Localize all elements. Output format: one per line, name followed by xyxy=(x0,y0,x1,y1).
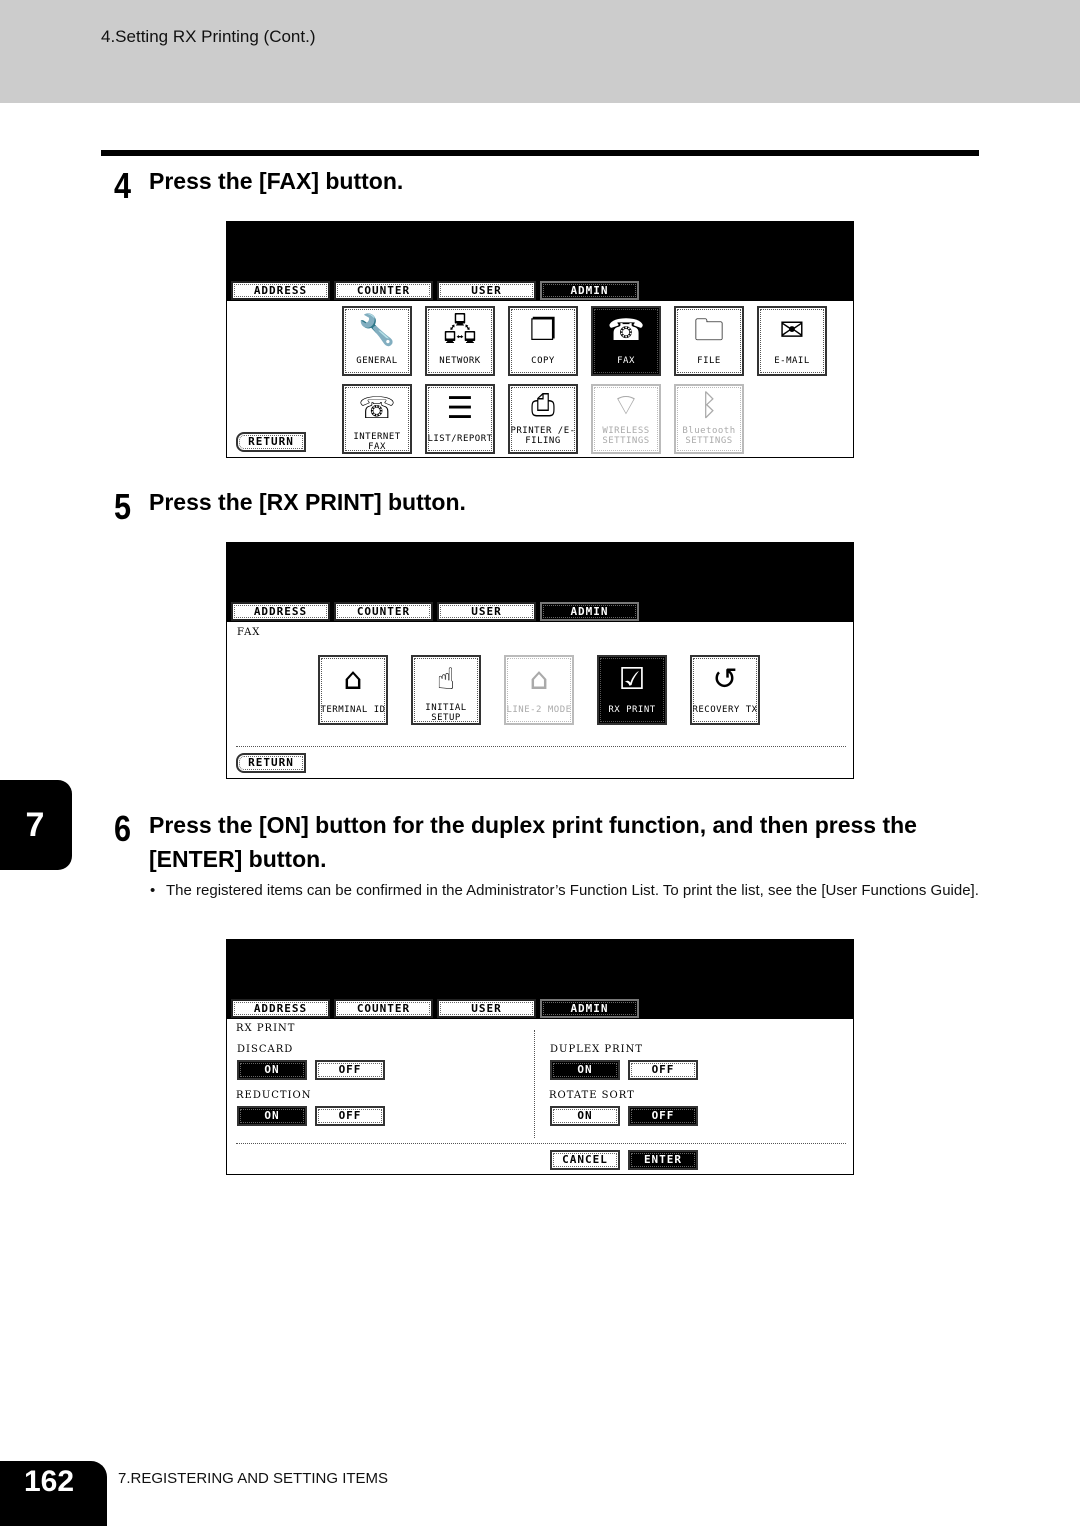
return-button[interactable]: RETURN xyxy=(236,432,306,452)
reduction-off-button[interactable]: OFF xyxy=(315,1106,385,1126)
terminal-id-button[interactable]: ⌂ TERMINAL ID xyxy=(318,655,388,725)
step-number: 4 xyxy=(114,165,132,206)
note-text: The registered items can be confirmed in… xyxy=(166,882,979,899)
rotate-sort-on-button[interactable]: ON xyxy=(550,1106,620,1126)
header-title: 4.Setting RX Printing (Cont.) xyxy=(101,27,316,46)
section-label: RX PRINT xyxy=(236,1023,296,1034)
wireless-settings-button[interactable]: ⌔ WIRELESS SETTINGS xyxy=(591,384,661,454)
list-report-button[interactable]: ☰ LIST/REPORT xyxy=(425,384,495,454)
screen-header: ADDRESS COUNTER USER ADMIN xyxy=(227,543,853,622)
discard-on-button[interactable]: ON xyxy=(237,1060,307,1080)
enter-button[interactable]: ENTER xyxy=(628,1150,698,1170)
tab-bar: ADDRESS COUNTER USER ADMIN xyxy=(231,602,639,622)
step-text: Press the [FAX] button. xyxy=(149,168,404,194)
return-button[interactable]: RETURN xyxy=(236,753,306,773)
section-rule xyxy=(101,150,979,156)
wrench-printer-icon: ⎙ xyxy=(531,388,555,423)
tab-admin[interactable]: ADMIN xyxy=(540,281,639,300)
internet-fax-button[interactable]: ☏ INTERNET FAX xyxy=(342,384,412,454)
list-report-icon: ☰ xyxy=(446,391,474,426)
wrench-copier-icon: 🔧 xyxy=(358,313,396,348)
admin-screen-2: ADDRESS COUNTER USER ADMIN FAX ⌂ TERMINAL… xyxy=(226,542,854,779)
duplex-print-off-button[interactable]: OFF xyxy=(628,1060,698,1080)
tab-counter[interactable]: COUNTER xyxy=(334,602,433,621)
bullet: • xyxy=(150,882,156,899)
line-2-mode-icon: ⌂ xyxy=(529,662,549,697)
screen-header: ADDRESS COUNTER USER ADMIN xyxy=(227,940,853,1019)
wrench-email-icon: ✉ xyxy=(779,313,805,348)
step-number: 5 xyxy=(114,486,132,527)
file-button[interactable]: 🗀 FILE xyxy=(674,306,744,376)
reduction-label: REDUCTION xyxy=(236,1090,312,1101)
tab-admin[interactable]: ADMIN xyxy=(540,999,639,1018)
tab-address[interactable]: ADDRESS xyxy=(231,281,330,300)
general-button[interactable]: 🔧 GENERAL xyxy=(342,306,412,376)
wrench-internet-fax-icon: ☏ xyxy=(358,391,396,426)
wrench-fax-icon: ☎ xyxy=(607,313,645,348)
column-divider xyxy=(534,1030,535,1138)
wrench-network-icon: 🖧 xyxy=(443,313,477,348)
duplex-print-label: DUPLEX PRINT xyxy=(550,1044,644,1055)
section-label: FAX xyxy=(237,627,261,638)
initial-setup-icon: ☝ xyxy=(436,662,456,697)
tab-address[interactable]: ADDRESS xyxy=(231,602,330,621)
step-text: Press the [ON] button for the duplex pri… xyxy=(149,812,917,872)
rotate-sort-label: ROTATE SORT xyxy=(549,1090,635,1101)
chapter-tab: 7 xyxy=(0,780,72,870)
discard-off-button[interactable]: OFF xyxy=(315,1060,385,1080)
cancel-button[interactable]: CANCEL xyxy=(550,1150,620,1170)
step-number: 6 xyxy=(114,808,132,849)
admin-screen-1: ADDRESS COUNTER USER ADMIN 🔧 GENERAL 🖧 NET… xyxy=(226,221,854,458)
fax-icon-row: ⌂ TERMINAL ID ☝ INITIAL SETUP ⌂ LINE-2 MODE… xyxy=(318,655,760,725)
wrench-copy-icon: ❐ xyxy=(529,313,557,348)
terminal-id-icon: ⌂ xyxy=(343,662,363,697)
screen-header: ADDRESS COUNTER USER ADMIN xyxy=(227,222,853,301)
copy-button[interactable]: ❐ COPY xyxy=(508,306,578,376)
divider xyxy=(236,746,846,747)
wrench-wireless-icon: ⌔ xyxy=(611,388,641,423)
tab-user[interactable]: USER xyxy=(437,999,536,1018)
tab-admin[interactable]: ADMIN xyxy=(540,602,639,621)
wrench-bluetooth-icon: ᛒ xyxy=(700,388,718,423)
footer-section: 7.REGISTERING AND SETTING ITEMS xyxy=(118,1470,389,1487)
tab-user[interactable]: USER xyxy=(437,602,536,621)
tab-user[interactable]: USER xyxy=(437,281,536,300)
recovery-tx-icon: ↺ xyxy=(712,662,738,697)
tab-counter[interactable]: COUNTER xyxy=(334,281,433,300)
header-band: 4.Setting RX Printing (Cont.) xyxy=(0,0,1080,103)
wrench-file-icon: 🗀 xyxy=(694,313,724,348)
rx-print-icon: ☑ xyxy=(618,662,646,697)
note: • The registered items can be confirmed … xyxy=(150,880,980,901)
email-button[interactable]: ✉ E-MAIL xyxy=(757,306,827,376)
printer-efiling-button[interactable]: ⎙ PRINTER /E-FILING xyxy=(508,384,578,454)
page-number: 162 xyxy=(0,1461,107,1526)
recovery-tx-button[interactable]: ↺ RECOVERY TX xyxy=(690,655,760,725)
tab-counter[interactable]: COUNTER xyxy=(334,999,433,1018)
tab-bar: ADDRESS COUNTER USER ADMIN xyxy=(231,999,639,1019)
rotate-sort-off-button[interactable]: OFF xyxy=(628,1106,698,1126)
rx-print-button[interactable]: ☑ RX PRINT xyxy=(597,655,667,725)
discard-label: DISCARD xyxy=(237,1044,294,1055)
reduction-on-button[interactable]: ON xyxy=(237,1106,307,1126)
initial-setup-button[interactable]: ☝ INITIAL SETUP xyxy=(411,655,481,725)
step-text: Press the [RX PRINT] button. xyxy=(149,489,466,515)
tab-address[interactable]: ADDRESS xyxy=(231,999,330,1018)
admin-screen-3: ADDRESS COUNTER USER ADMIN RX PRINT DISC… xyxy=(226,939,854,1175)
duplex-print-on-button[interactable]: ON xyxy=(550,1060,620,1080)
fax-button[interactable]: ☎ FAX xyxy=(591,306,661,376)
bluetooth-settings-button[interactable]: ᛒ Bluetooth SETTINGS xyxy=(674,384,744,454)
icon-row-2: ☏ INTERNET FAX ☰ LIST/REPORT ⎙ PRINTER /E-F… xyxy=(342,384,744,454)
divider xyxy=(236,1143,846,1144)
network-button[interactable]: 🖧 NETWORK xyxy=(425,306,495,376)
tab-bar: ADDRESS COUNTER USER ADMIN xyxy=(231,281,639,301)
line-2-mode-button[interactable]: ⌂ LINE-2 MODE xyxy=(504,655,574,725)
icon-row-1: 🔧 GENERAL 🖧 NETWORK ❐ COPY ☎ FAX 🗀 FILE ✉ E-MA… xyxy=(342,306,827,376)
